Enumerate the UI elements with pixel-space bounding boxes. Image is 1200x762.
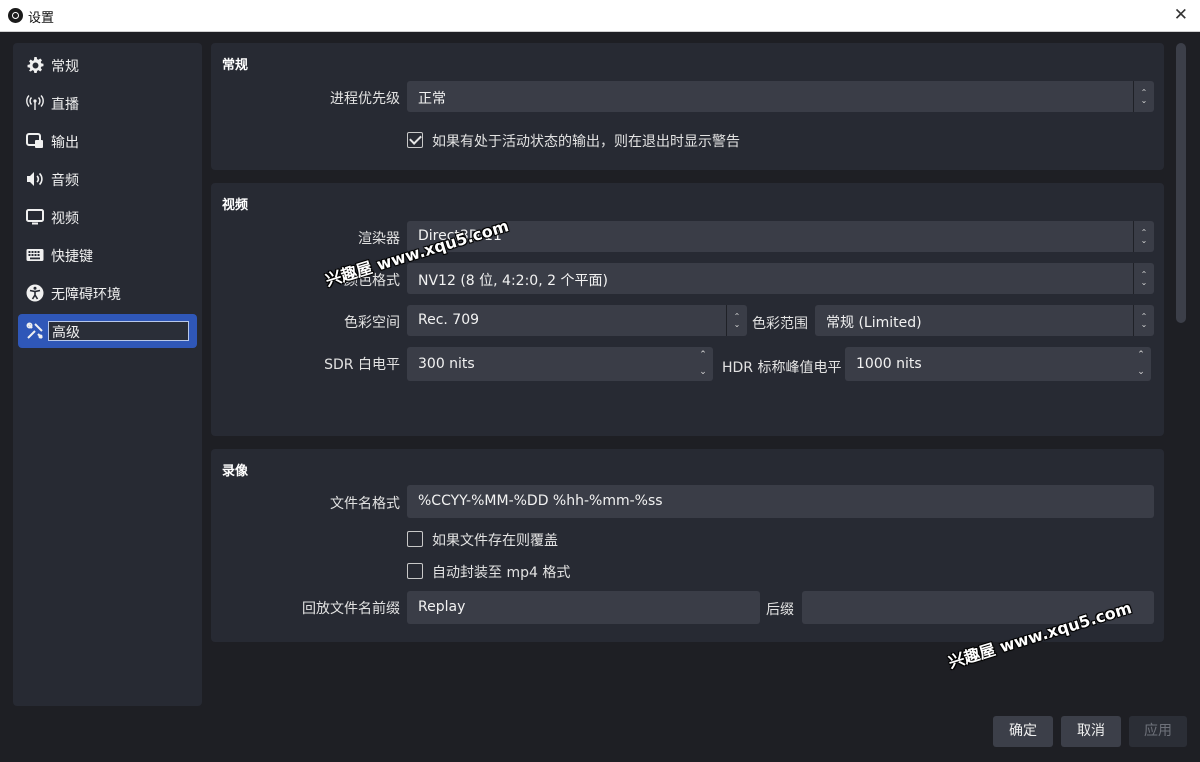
exit-warning-checkbox[interactable] (407, 132, 423, 148)
replay-prefix-label: 回放文件名前缀 (302, 601, 400, 617)
gear-icon (26, 56, 44, 74)
sdr-white-level-value: 300 nits (418, 356, 475, 372)
accessibility-icon (26, 284, 44, 302)
hdr-peak-level-label: HDR 标称峰值电平 (722, 360, 842, 376)
sidebar-item-advanced[interactable]: 高级 (18, 314, 197, 348)
hdr-peak-level-value: 1000 nits (856, 356, 922, 372)
spinner-arrows-icon[interactable]: ⌃ ⌄ (1131, 347, 1151, 381)
sidebar-item-label: 常规 (51, 59, 79, 75)
scrollbar-thumb[interactable] (1176, 43, 1186, 323)
color-range-select[interactable]: 常规 (Limited) ⌃ ⌄ (815, 305, 1154, 336)
chevron-updown-icon: ⌃ ⌄ (726, 305, 747, 336)
color-space-select[interactable]: Rec. 709 ⌃ ⌄ (407, 305, 747, 336)
obs-logo-icon (8, 8, 23, 23)
filename-format-value: %CCYY-%MM-%DD %hh-%mm-%ss (418, 493, 663, 509)
title-bar: 设置 ✕ (0, 0, 1200, 32)
sidebar-item-hotkeys[interactable]: 快捷键 (18, 238, 197, 272)
window-title: 设置 (28, 11, 55, 26)
sidebar-item-accessibility[interactable]: 无障碍环境 (18, 276, 197, 310)
color-space-value: Rec. 709 (418, 312, 480, 328)
filename-format-input[interactable]: %CCYY-%MM-%DD %hh-%mm-%ss (407, 485, 1154, 518)
color-range-label: 色彩范围 (752, 316, 808, 332)
close-icon[interactable]: ✕ (1174, 5, 1188, 25)
broadcast-icon (26, 94, 44, 112)
remux-checkbox[interactable] (407, 563, 423, 579)
sdr-white-level-spinbox[interactable]: 300 nits ⌃ ⌄ (407, 347, 713, 381)
tools-icon (26, 322, 44, 340)
overwrite-label: 如果文件存在则覆盖 (432, 533, 558, 549)
apply-button[interactable]: 应用 (1129, 716, 1187, 747)
sidebar-item-label: 音频 (51, 173, 79, 189)
monitor-icon (26, 208, 44, 226)
color-format-select[interactable]: NV12 (8 位, 4:2:0, 2 个平面) ⌃ ⌄ (407, 263, 1154, 294)
remux-label: 自动封装至 mp4 格式 (432, 565, 571, 581)
renderer-label: 渲染器 (358, 231, 400, 247)
filename-format-label: 文件名格式 (330, 496, 400, 512)
sidebar-item-general[interactable]: 常规 (18, 48, 197, 82)
sidebar-item-output[interactable]: 输出 (18, 124, 197, 158)
color-format-value: NV12 (8 位, 4:2:0, 2 个平面) (418, 273, 608, 289)
sidebar-item-label: 直播 (51, 97, 79, 113)
ok-button[interactable]: 确定 (993, 716, 1053, 747)
output-icon (26, 132, 44, 150)
sdr-white-level-label: SDR 白电平 (324, 357, 400, 373)
group-title-recording: 录像 (222, 464, 249, 479)
group-title-video: 视频 (222, 198, 249, 213)
keyboard-icon (26, 246, 44, 264)
replay-prefix-value: Replay (418, 599, 466, 615)
sidebar-item-label: 视频 (51, 211, 79, 227)
spinner-arrows-icon[interactable]: ⌃ ⌄ (693, 347, 713, 381)
process-priority-label: 进程优先级 (330, 91, 400, 107)
process-priority-value: 正常 (418, 91, 446, 107)
chevron-updown-icon: ⌃ ⌄ (1133, 81, 1154, 112)
sidebar-item-label: 输出 (51, 135, 79, 151)
sidebar-item-audio[interactable]: 音频 (18, 162, 197, 196)
chevron-updown-icon: ⌃ ⌄ (1133, 305, 1154, 336)
sidebar-item-stream[interactable]: 直播 (18, 86, 197, 120)
overwrite-checkbox[interactable] (407, 531, 423, 547)
sidebar-item-label: 高级 (52, 325, 80, 341)
exit-warning-label: 如果有处于活动状态的输出，则在退出时显示警告 (432, 134, 740, 150)
color-space-label: 色彩空间 (344, 315, 400, 331)
exit-warning-checkbox-row[interactable]: 如果有处于活动状态的输出，则在退出时显示警告 (407, 131, 807, 151)
renderer-select[interactable]: Direct3D 11 ⌃ ⌄ (407, 221, 1154, 252)
sidebar-item-label: 快捷键 (51, 249, 93, 265)
overwrite-checkbox-row[interactable]: 如果文件存在则覆盖 (407, 530, 607, 550)
chevron-updown-icon: ⌃ ⌄ (1133, 221, 1154, 252)
cancel-button[interactable]: 取消 (1061, 716, 1121, 747)
process-priority-select[interactable]: 正常 ⌃ ⌄ (407, 81, 1154, 112)
chevron-updown-icon: ⌃ ⌄ (1133, 263, 1154, 294)
suffix-label: 后缀 (766, 602, 794, 618)
group-title-general: 常规 (222, 58, 249, 73)
sidebar-item-label: 无障碍环境 (51, 287, 121, 303)
color-range-value: 常规 (Limited) (826, 315, 922, 331)
hdr-peak-level-spinbox[interactable]: 1000 nits ⌃ ⌄ (845, 347, 1151, 381)
replay-prefix-input[interactable]: Replay (407, 591, 760, 624)
settings-sidebar: 常规 直播 输出 音频 视频 快捷键 无障碍环境 高级 (13, 43, 202, 706)
speaker-icon (26, 170, 44, 188)
remux-checkbox-row[interactable]: 自动封装至 mp4 格式 (407, 562, 607, 582)
sidebar-item-video[interactable]: 视频 (18, 200, 197, 234)
